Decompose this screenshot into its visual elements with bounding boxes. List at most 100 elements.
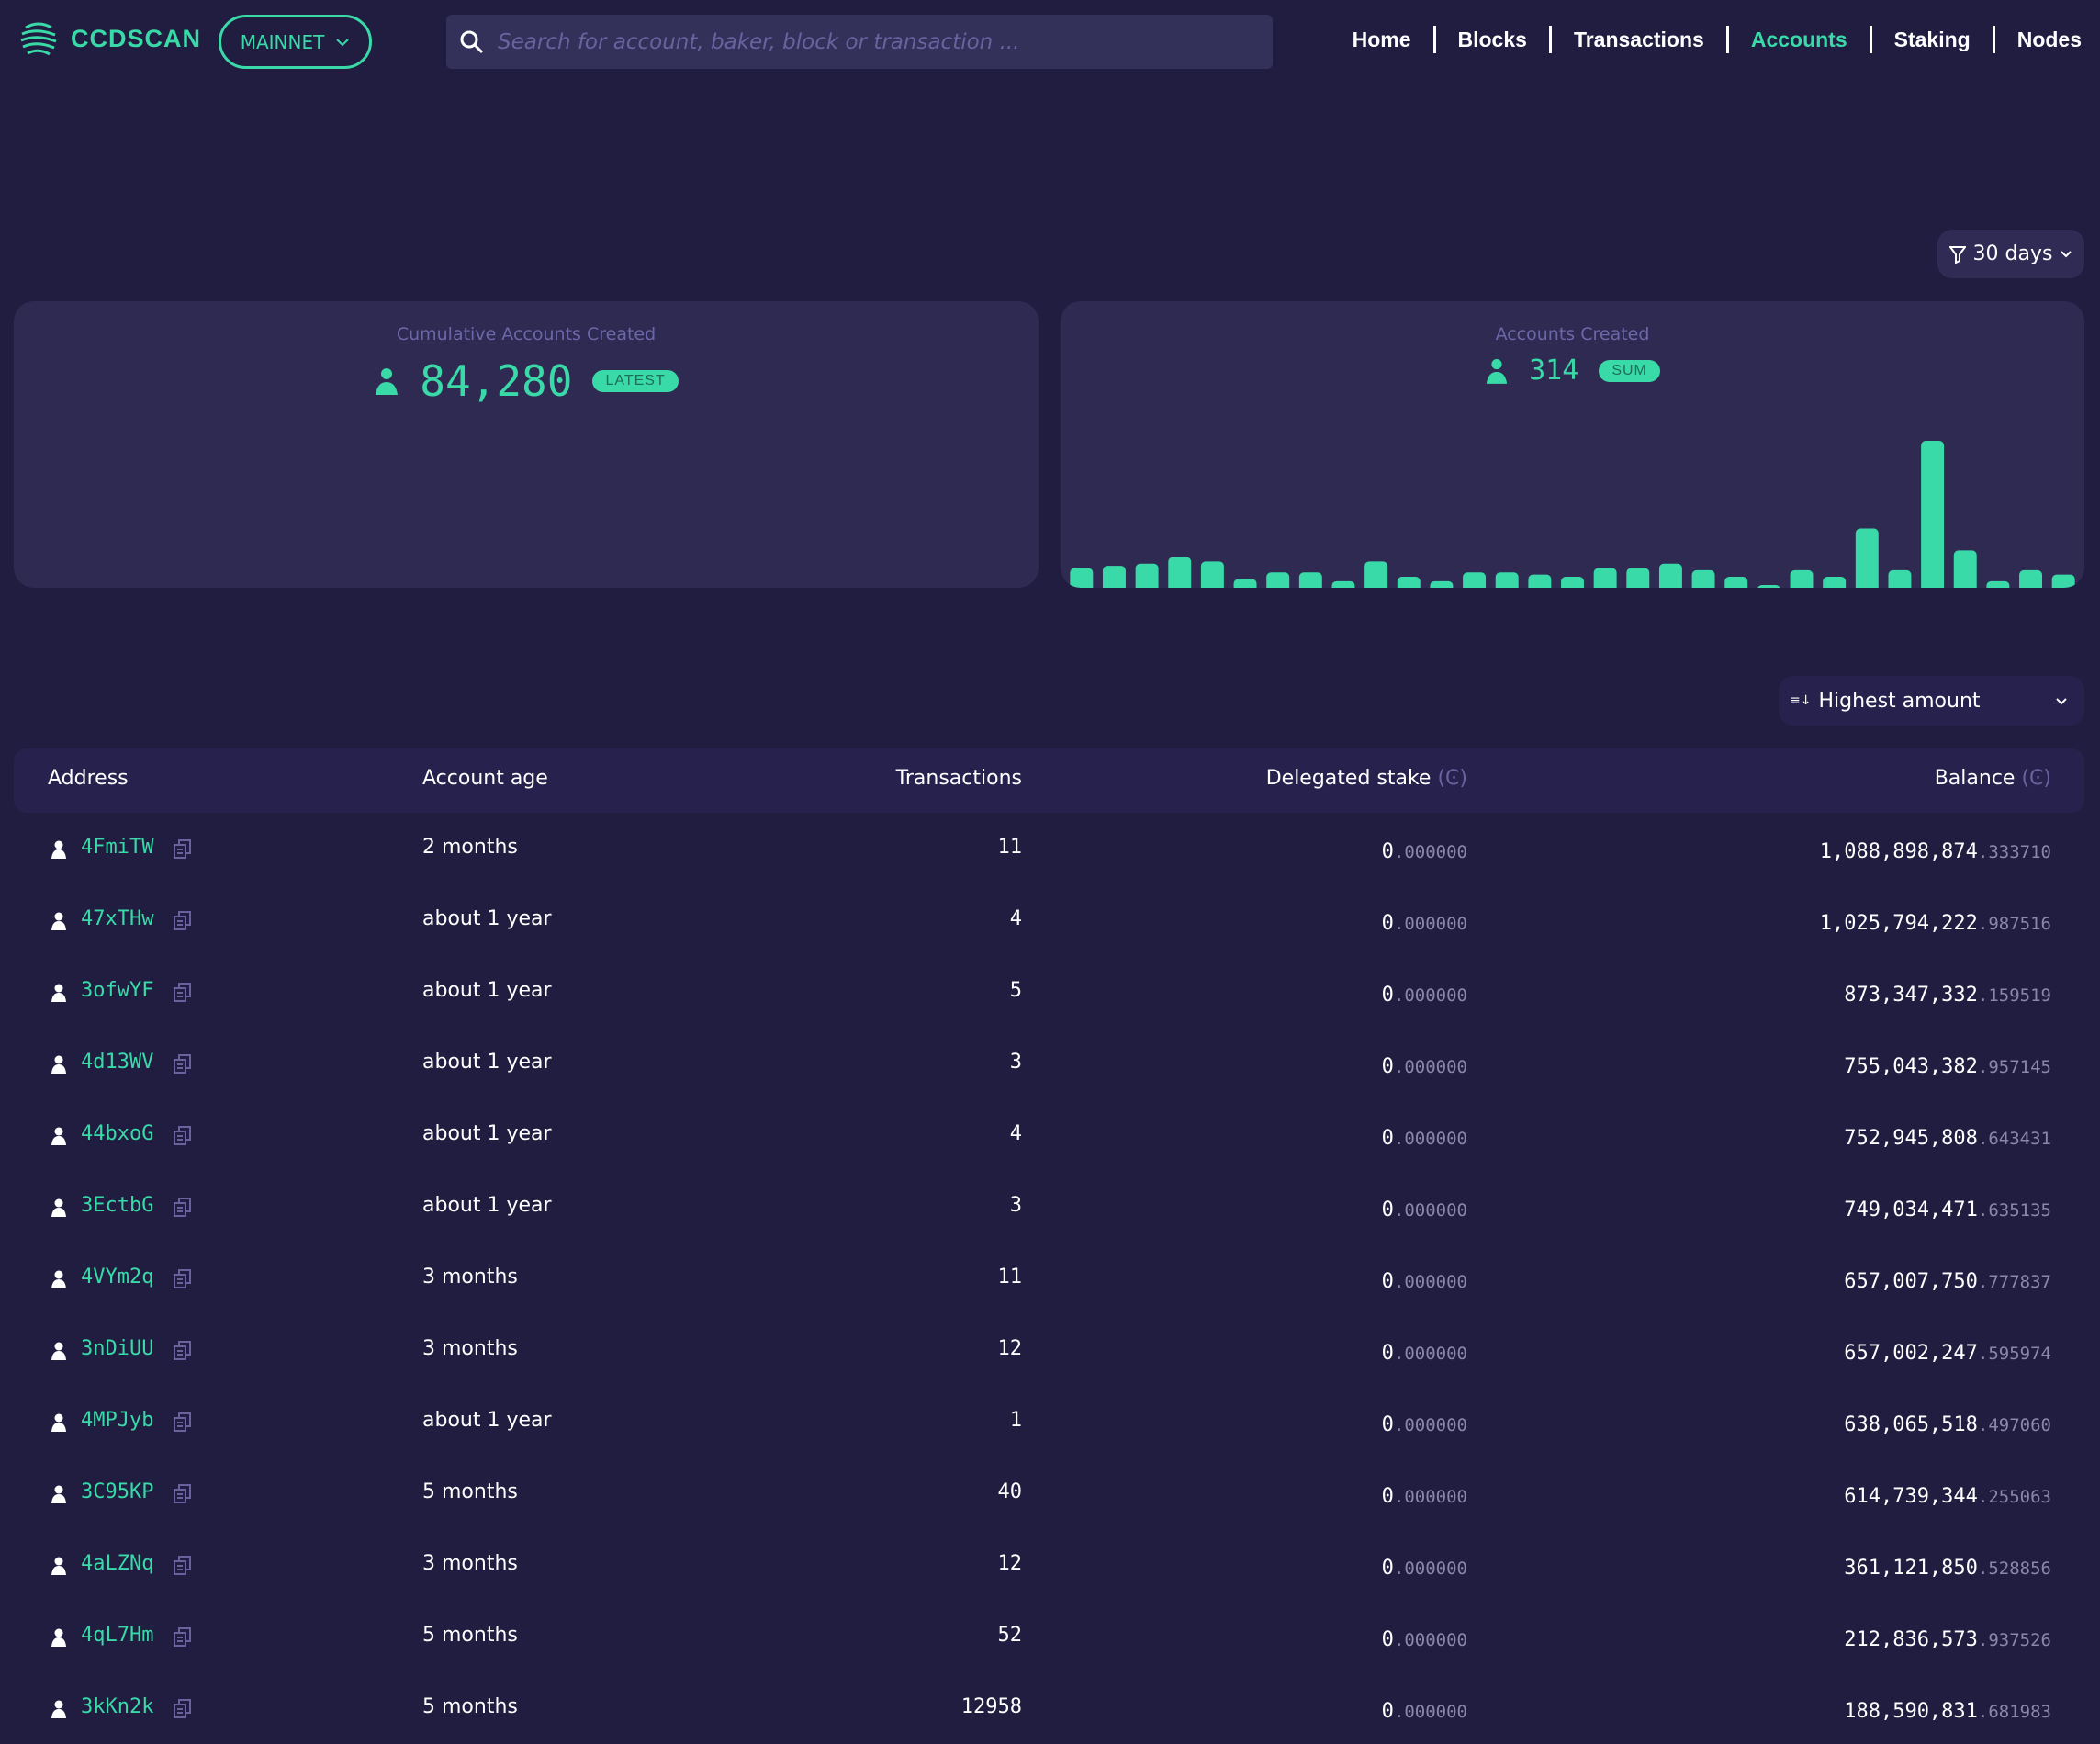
bar[interactable] bbox=[1430, 580, 1454, 588]
bar[interactable] bbox=[1397, 577, 1421, 588]
search-input[interactable] bbox=[498, 29, 1251, 54]
nav-accounts[interactable]: Accounts bbox=[1751, 28, 1847, 52]
bar[interactable] bbox=[1298, 572, 1322, 588]
copy-icon[interactable] bbox=[174, 983, 192, 1003]
balance-integer: 873,347,332 bbox=[1844, 984, 1978, 1007]
balance: 1,088,898,874.333710 bbox=[1820, 840, 2051, 863]
balance: 749,034,471.635135 bbox=[1844, 1198, 2051, 1221]
nav-home[interactable]: Home bbox=[1353, 28, 1411, 52]
sort-icon: ≡↓ bbox=[1790, 693, 1812, 708]
balance-integer: 1,025,794,222 bbox=[1819, 912, 1978, 935]
copy-icon[interactable] bbox=[174, 1556, 192, 1576]
bar[interactable] bbox=[1528, 574, 1552, 588]
main-nav: Home Blocks Transactions Accounts Stakin… bbox=[1353, 26, 2082, 53]
balance-integer: 657,002,247 bbox=[1844, 1342, 1978, 1365]
bar[interactable] bbox=[1070, 568, 1094, 588]
transaction-count: 40 bbox=[997, 1480, 1023, 1503]
bar[interactable] bbox=[1626, 568, 1650, 588]
ccdscan-logo-icon[interactable] bbox=[18, 20, 59, 59]
copy-icon[interactable] bbox=[174, 1126, 192, 1146]
account-address-link[interactable]: 4d13WV bbox=[81, 1051, 153, 1074]
balance-integer: 755,043,382 bbox=[1844, 1055, 1978, 1078]
sort-selector[interactable]: ≡↓ Highest amount bbox=[1779, 676, 2084, 726]
nav-divider bbox=[1548, 26, 1552, 53]
copy-icon[interactable] bbox=[174, 1341, 192, 1361]
copy-icon[interactable] bbox=[174, 1627, 192, 1648]
copy-icon[interactable] bbox=[174, 1412, 192, 1433]
bar[interactable] bbox=[1691, 569, 1715, 588]
copy-icon[interactable] bbox=[174, 1198, 192, 1218]
delegated-integer: 0 bbox=[1381, 1628, 1394, 1651]
account-address-link[interactable]: 3kKn2k bbox=[81, 1695, 153, 1718]
copy-icon[interactable] bbox=[174, 1484, 192, 1504]
copy-icon[interactable] bbox=[174, 911, 192, 931]
bar[interactable] bbox=[1331, 580, 1355, 588]
transaction-count: 1 bbox=[1009, 1409, 1022, 1432]
delegated-stake: 0.000000 bbox=[1382, 1413, 1467, 1436]
bar[interactable] bbox=[1200, 561, 1224, 588]
account-address-link[interactable]: 3C95KP bbox=[81, 1480, 153, 1503]
delegated-decimals: .000000 bbox=[1393, 842, 1467, 862]
balance-integer: 212,836,573 bbox=[1844, 1628, 1978, 1651]
nav-staking[interactable]: Staking bbox=[1894, 28, 1971, 52]
account-address-link[interactable]: 3ofwYF bbox=[81, 979, 153, 1002]
balance: 873,347,332.159519 bbox=[1844, 984, 2051, 1007]
table-row: 4MPJyb about 1 year 1 0.000000 638,065,5… bbox=[14, 1386, 2084, 1457]
time-range-filter[interactable]: 30 days bbox=[1937, 230, 2084, 278]
header-account-age: Account age bbox=[422, 767, 548, 790]
bar[interactable] bbox=[1888, 569, 1912, 588]
account-address-link[interactable]: 4FmiTW bbox=[81, 836, 153, 859]
nav-nodes[interactable]: Nodes bbox=[2017, 28, 2082, 52]
bar[interactable] bbox=[1658, 563, 1682, 588]
bar[interactable] bbox=[1921, 441, 1945, 588]
delegated-decimals: .000000 bbox=[1393, 1558, 1467, 1579]
latest-badge: LATEST bbox=[592, 370, 679, 392]
account-address-link[interactable]: 4MPJyb bbox=[81, 1409, 153, 1432]
bar[interactable] bbox=[1168, 557, 1192, 588]
bar[interactable] bbox=[1102, 566, 1126, 588]
balance: 638,065,518.497060 bbox=[1844, 1413, 2051, 1436]
bar[interactable] bbox=[1364, 561, 1388, 588]
user-icon bbox=[51, 984, 66, 1002]
search-bar[interactable] bbox=[446, 15, 1273, 69]
copy-icon[interactable] bbox=[174, 1269, 192, 1289]
bar[interactable] bbox=[1135, 563, 1159, 588]
user-icon bbox=[51, 1413, 66, 1432]
bar[interactable] bbox=[1986, 580, 2010, 588]
copy-icon[interactable] bbox=[174, 1699, 192, 1719]
brand-name[interactable]: CCDSCAN bbox=[71, 25, 201, 53]
copy-icon[interactable] bbox=[174, 839, 192, 860]
account-address-link[interactable]: 3nDiUU bbox=[81, 1337, 153, 1360]
bar[interactable] bbox=[1463, 572, 1487, 588]
account-age: 2 months bbox=[422, 836, 518, 859]
bar[interactable] bbox=[1233, 579, 1257, 588]
balance-decimals: .937526 bbox=[1977, 1630, 2051, 1650]
bar[interactable] bbox=[1790, 569, 1814, 588]
account-address-link[interactable]: 4qL7Hm bbox=[81, 1624, 153, 1647]
bar[interactable] bbox=[1724, 577, 1748, 588]
bar[interactable] bbox=[1953, 550, 1977, 588]
account-address-link[interactable]: 44bxoG bbox=[81, 1122, 153, 1145]
account-address-link[interactable]: 4aLZNq bbox=[81, 1552, 153, 1575]
nav-transactions[interactable]: Transactions bbox=[1574, 28, 1704, 52]
delegated-stake: 0.000000 bbox=[1382, 912, 1467, 935]
bar[interactable] bbox=[1561, 577, 1584, 588]
account-address-link[interactable]: 3EctbG bbox=[81, 1194, 153, 1217]
account-address-link[interactable]: 4VYm2q bbox=[81, 1266, 153, 1288]
nav-blocks[interactable]: Blocks bbox=[1458, 28, 1527, 52]
bar[interactable] bbox=[1855, 528, 1879, 588]
bar[interactable] bbox=[1593, 568, 1617, 588]
bar[interactable] bbox=[2019, 569, 2043, 588]
bar[interactable] bbox=[1823, 577, 1847, 588]
transaction-count: 4 bbox=[1009, 907, 1022, 930]
delegated-stake: 0.000000 bbox=[1382, 1557, 1467, 1580]
bar[interactable] bbox=[2051, 574, 2075, 588]
bar[interactable] bbox=[1266, 572, 1290, 588]
account-age: about 1 year bbox=[422, 1051, 552, 1074]
copy-icon[interactable] bbox=[174, 1054, 192, 1075]
network-selector[interactable]: MAINNET bbox=[219, 15, 372, 69]
bar[interactable] bbox=[1757, 585, 1780, 588]
balance: 614,739,344.255063 bbox=[1844, 1485, 2051, 1508]
account-address-link[interactable]: 47xTHw bbox=[81, 907, 153, 930]
bar[interactable] bbox=[1495, 572, 1519, 588]
